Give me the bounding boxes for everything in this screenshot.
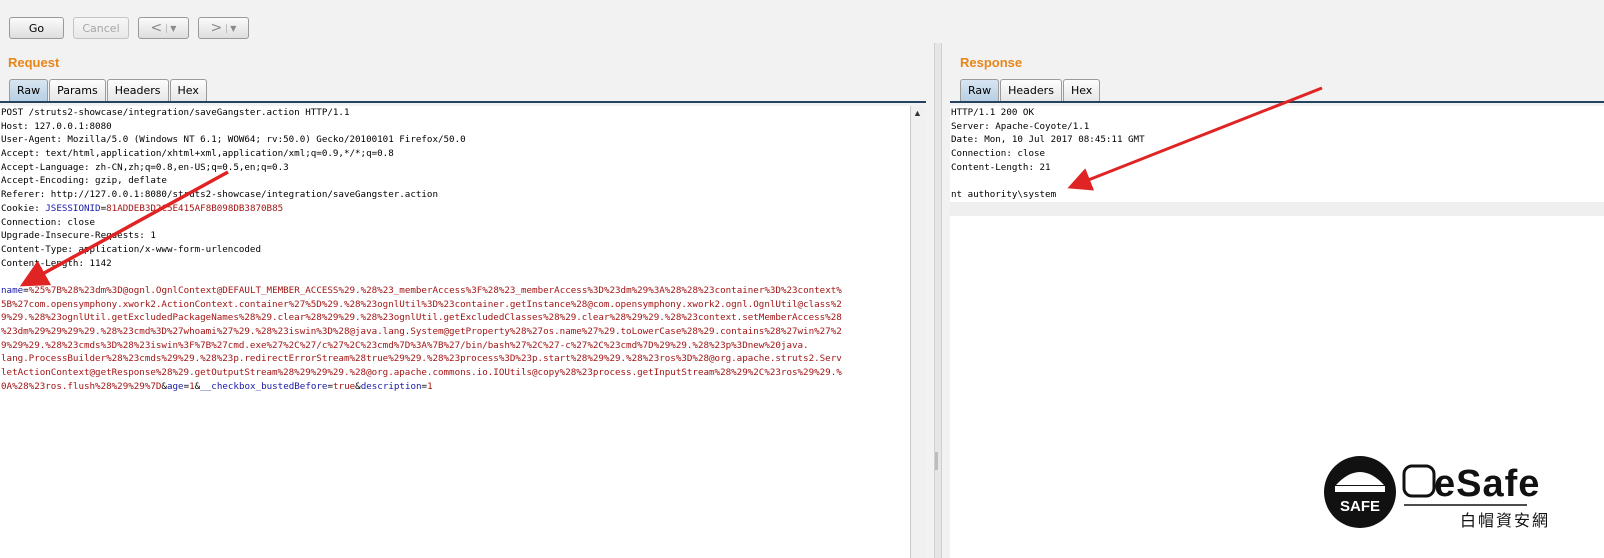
logo-brand-text: eSafe xyxy=(1434,463,1540,505)
logo-badge-text: SAFE xyxy=(1340,498,1380,515)
esafe-logo: SAFE eSafe 白帽資安網 xyxy=(1324,456,1550,530)
logo-chinese-text: 白帽資安網 xyxy=(1460,511,1550,530)
request-arrow-icon xyxy=(19,170,229,287)
response-arrow-icon xyxy=(1067,86,1323,191)
